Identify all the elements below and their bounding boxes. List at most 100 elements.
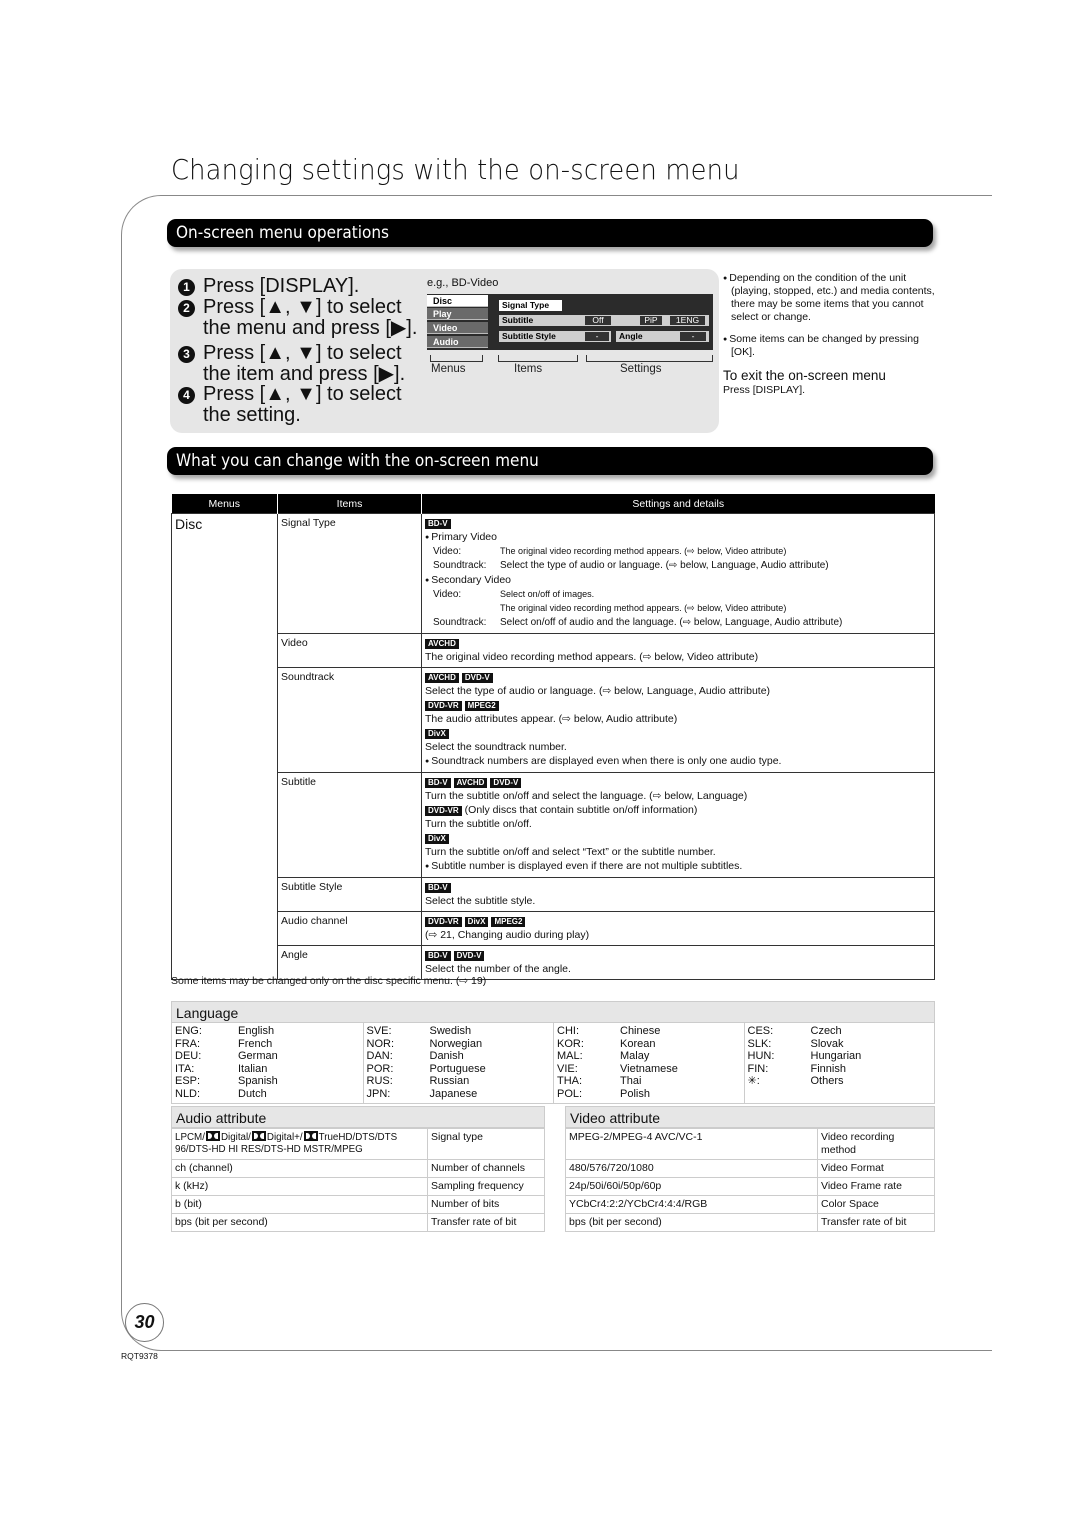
language-code: NLD: — [175, 1087, 201, 1100]
language-code: JPN: — [366, 1087, 391, 1100]
language-code: SVE: — [366, 1025, 392, 1037]
table-row: Video AVCHD The original video recording… — [172, 633, 935, 668]
language-code: ENG: — [175, 1025, 202, 1037]
language-name: Chinese — [620, 1025, 661, 1037]
sub-key: Video: — [433, 589, 462, 600]
language-entry: JPN: Japanese — [367, 1088, 551, 1101]
language-name: Malay — [620, 1050, 650, 1063]
badge: DivX — [425, 834, 449, 844]
table-row: k (kHz) Sampling frequency — [171, 1177, 545, 1196]
attr-key: LPCM/Digital/Digital+/TrueHD/DTS/DTS 96/… — [171, 1128, 428, 1160]
step-text: Press [DISPLAY]. — [203, 275, 360, 297]
table-row: Soundtrack AVCHD DVD-V Select the type of… — [172, 667, 935, 773]
step-text: the menu and press [▶]. — [203, 317, 418, 339]
language-entry: VIE: Vietnamese — [557, 1063, 741, 1076]
language-column: CHI: Chinese KOR: Korean MAL: Malay VIE: Vietna… — [553, 1023, 744, 1103]
step-number: 1 — [178, 279, 195, 296]
detail-text: Select the subtitle style. — [425, 895, 536, 907]
badge: BD-V — [425, 519, 451, 529]
attr-key: YCbCr4:2:2/YCbCr4:4:4/RGB — [565, 1195, 818, 1214]
table-row: Subtitle Style BD-V Select the subtitle … — [172, 877, 935, 912]
language-entry: ✳: Others — [748, 1075, 932, 1088]
step-4: 4 Press [▲, ▼] to select the setting. — [178, 384, 402, 426]
dolby-icon — [251, 1131, 266, 1141]
video-attribute-rows: MPEG-2/MPEG-4 AVC/VC-1 Video recording me… — [565, 1128, 935, 1232]
sub-value: Select on/off of audio and the language.… — [500, 617, 843, 628]
item-cell: Audio channel — [277, 911, 422, 946]
language-name: Polish — [620, 1087, 650, 1100]
attr-key: k (kHz) — [171, 1177, 428, 1196]
language-entry: SVE: Swedish — [367, 1025, 551, 1038]
detail-text: Turn the subtitle on/off and select the … — [425, 790, 748, 802]
details-cell: AVCHD The original video recording metho… — [421, 633, 935, 668]
details-cell: BD-V Primary Video Video: The original vi… — [421, 513, 935, 634]
detail-text: (⇨ 21, Changing audio during play) — [425, 929, 590, 941]
language-name: Vietnamese — [620, 1062, 678, 1075]
language-entry: FRA: French — [175, 1038, 360, 1051]
attr-key: ch (channel) — [171, 1159, 428, 1178]
table-footnote: Some items may be changed only on the di… — [171, 975, 487, 987]
col-header-menus: Menus — [171, 494, 278, 514]
language-code: SLK: — [747, 1037, 772, 1050]
badge: DVD-VR — [425, 701, 462, 711]
language-table: Language ENG: English FRA: French DEU: German… — [171, 1001, 935, 1104]
osd-value-subtitle: Off — [585, 316, 611, 325]
language-name: Swedish — [429, 1025, 472, 1037]
badge: AVCHD — [425, 639, 459, 649]
exit-text: Press [DISPLAY]. — [723, 384, 806, 396]
notes: Depending on the condition of the unit (… — [723, 272, 938, 368]
language-code: THA: — [557, 1075, 583, 1088]
language-code: KOR: — [557, 1037, 584, 1050]
osd-value-subtitle-style: - — [585, 332, 609, 341]
language-entry: ENG: English — [175, 1025, 360, 1038]
osd-menu-play: Play — [427, 308, 488, 320]
attr-value: Video Format — [817, 1159, 935, 1178]
language-name: Italian — [238, 1062, 268, 1075]
attr-key: bps (bit per second) — [565, 1213, 818, 1232]
attr-value: Transfer rate of bit — [817, 1213, 935, 1232]
step-text: the setting. — [203, 404, 301, 426]
osd-example: Disc Play Video Audio Signal Type Subtit… — [427, 294, 713, 350]
step-text: Press [▲, ▼] to select — [203, 383, 402, 405]
item-cell: Video — [277, 633, 422, 668]
language-name: German — [238, 1050, 278, 1063]
language-name: Russian — [429, 1075, 470, 1088]
language-entry: ESP: Spanish — [175, 1075, 360, 1088]
table-header-row: Menus Items Settings and details — [171, 494, 935, 514]
bracket-menus — [430, 355, 483, 362]
table-row: MPEG-2/MPEG-4 AVC/VC-1 Video recording me… — [565, 1128, 935, 1160]
badge: DVD-V — [453, 951, 485, 961]
detail-text: The audio attributes appear. (⇨ below, A… — [425, 713, 678, 725]
details-cell: DVD-VR DivX MPEG2 (⇨ 21, Changing audio du… — [421, 911, 935, 946]
language-entry: POR: Portuguese — [367, 1063, 551, 1076]
language-entry: DEU: German — [175, 1050, 360, 1063]
detail-text: Select the type of audio or language. (⇨… — [425, 685, 771, 697]
section-title: On-screen menu operations — [176, 223, 389, 243]
attr-key: 480/576/720/1080 — [565, 1159, 818, 1178]
video-attribute-table: Video attribute MPEG-2/MPEG-4 AVC/VC-1 Vi… — [565, 1106, 935, 1232]
detail-text: Turn the subtitle on/off. — [425, 818, 532, 830]
language-column: ENG: English FRA: French DEU: German ITA: Itali… — [172, 1023, 363, 1103]
language-entry: RUS: Russian — [367, 1075, 551, 1088]
language-column: CES: Czech SLK: Slovak HUN: Hungarian FIN: Finn… — [743, 1023, 935, 1103]
step-text: Press [▲, ▼] to select — [203, 342, 402, 364]
item-cell: Signal Type — [277, 513, 422, 634]
badge: DVD-VR — [425, 917, 462, 927]
language-name: Finnish — [810, 1062, 846, 1075]
badge: MPEG2 — [491, 917, 526, 927]
badge: DVD-V — [461, 673, 493, 683]
badge: BD-V — [425, 883, 451, 893]
item-cell: Subtitle — [277, 772, 422, 878]
sub-key: Soundtrack: — [433, 617, 487, 628]
language-body: ENG: English FRA: French DEU: German ITA: Itali… — [171, 1023, 935, 1104]
badge: DivX — [425, 729, 449, 739]
language-entry: CHI: Chinese — [557, 1025, 741, 1038]
page-number: 30 — [125, 1303, 164, 1342]
note: Depending on the condition of the unit (… — [723, 272, 938, 324]
audio-attribute-table: Audio attribute LPCM/Digital/Digital+/Tr… — [171, 1106, 545, 1232]
language-name: Portuguese — [429, 1062, 486, 1075]
attr-key: 24p/50i/60i/50p/60p — [565, 1177, 818, 1196]
osd-item-signal-type: Signal Type — [499, 300, 562, 311]
document-code: RQT9378 — [121, 1351, 158, 1361]
attr-key-part: Digital+/ — [266, 1132, 303, 1143]
